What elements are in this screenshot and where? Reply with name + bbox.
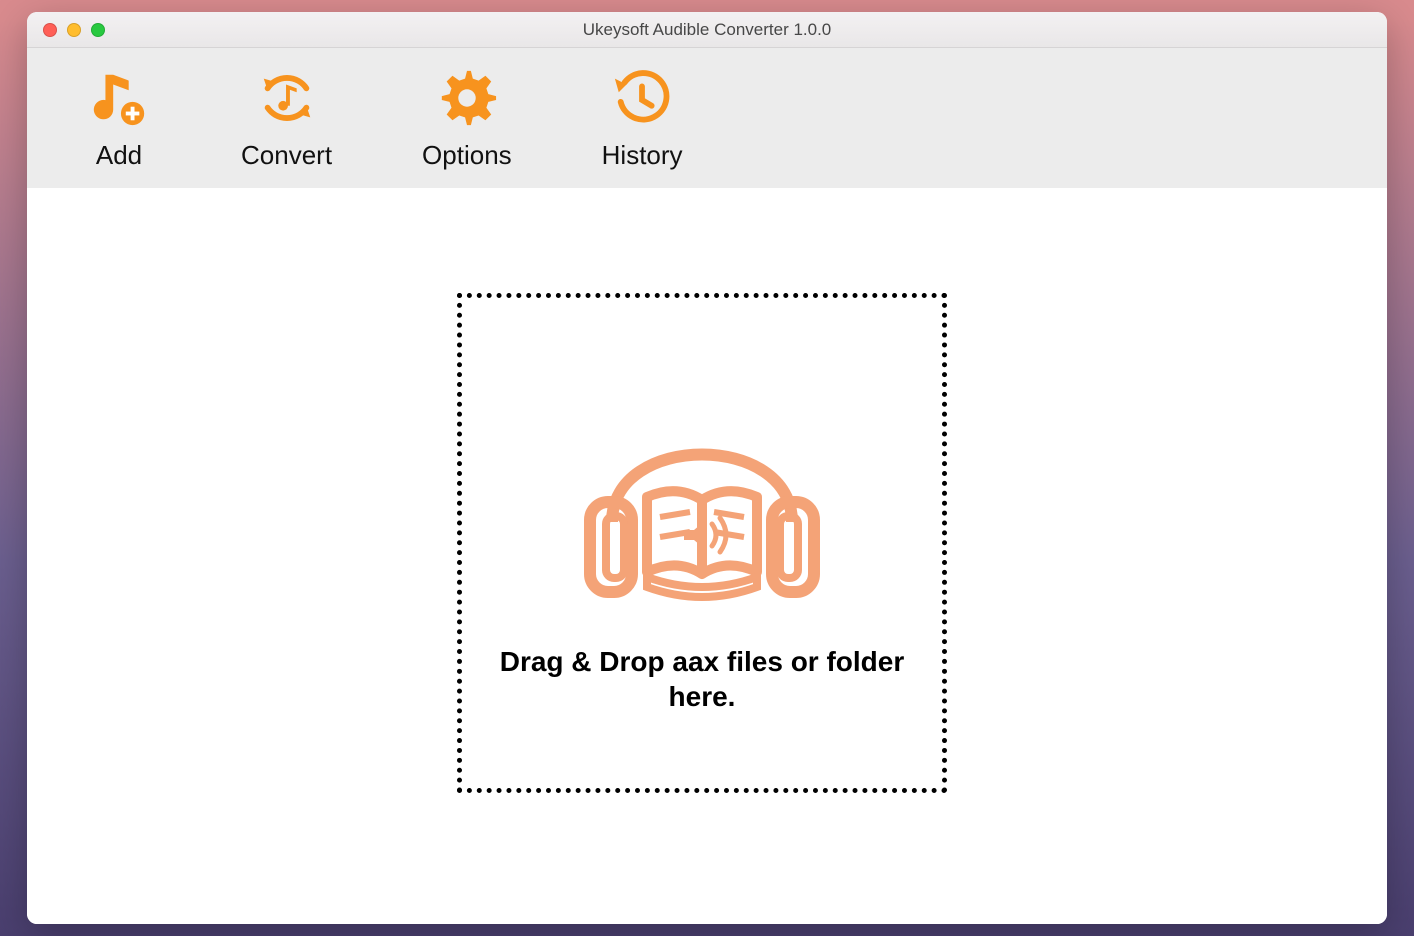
music-note-plus-icon (87, 66, 151, 130)
add-button[interactable]: Add (87, 66, 151, 171)
add-label: Add (96, 140, 142, 171)
titlebar: Ukeysoft Audible Converter 1.0.0 (27, 12, 1387, 48)
gear-icon (435, 66, 499, 130)
zoom-button[interactable] (91, 23, 105, 37)
convert-button[interactable]: Convert (241, 66, 332, 171)
options-label: Options (422, 140, 512, 171)
close-button[interactable] (43, 23, 57, 37)
history-clock-icon (610, 66, 674, 130)
dropzone[interactable]: Drag & Drop aax files or folder here. (457, 293, 947, 793)
convert-label: Convert (241, 140, 332, 171)
minimize-button[interactable] (67, 23, 81, 37)
history-button[interactable]: History (602, 66, 683, 171)
app-window: Ukeysoft Audible Converter 1.0.0 Add (27, 12, 1387, 924)
audiobook-headphones-icon (562, 372, 842, 622)
dropzone-text: Drag & Drop aax files or folder here. (482, 644, 922, 714)
refresh-music-icon (255, 66, 319, 130)
main-content: Drag & Drop aax files or folder here. (27, 188, 1387, 924)
options-button[interactable]: Options (422, 66, 512, 171)
history-label: History (602, 140, 683, 171)
toolbar: Add Convert (27, 48, 1387, 188)
window-title: Ukeysoft Audible Converter 1.0.0 (27, 20, 1387, 40)
window-controls (27, 23, 105, 37)
